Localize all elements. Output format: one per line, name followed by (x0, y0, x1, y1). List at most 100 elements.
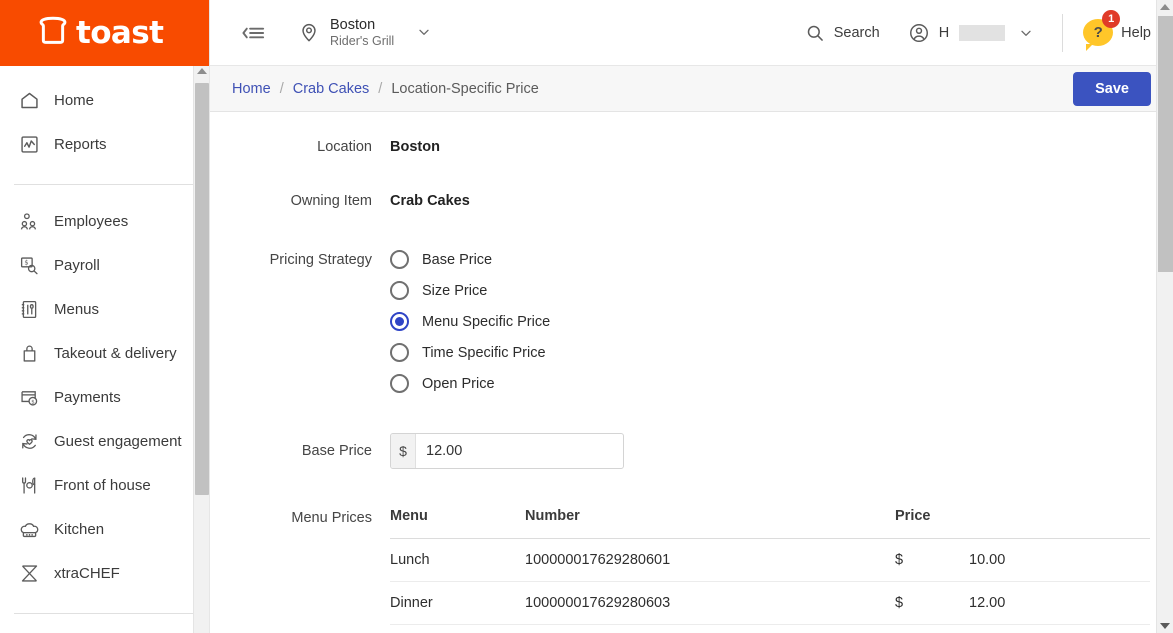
scroll-down-arrow-icon[interactable] (1160, 623, 1170, 629)
search-button[interactable]: Search (791, 23, 894, 43)
top-bar-right: Search H ? 1 Help (791, 0, 1157, 65)
sidebar-item-guest-engagement[interactable]: Guest engagement (0, 419, 209, 463)
breadcrumb-item-crab-cakes[interactable]: Crab Cakes (293, 81, 370, 97)
help-button[interactable]: ? 1 Help (1075, 10, 1157, 51)
sidebar-item-payroll[interactable]: $ Payroll (0, 243, 209, 287)
sidebar-item-label: Payments (54, 388, 121, 406)
field-row-location: Location Boston (210, 137, 1173, 157)
kitchen-chef-hat-icon (18, 518, 40, 540)
help-question-bubble-icon: ? 1 (1083, 10, 1121, 51)
field-row-base-price: Base Price $ (210, 433, 1173, 469)
cell-menu: Dinner (390, 581, 525, 625)
account-name: H (938, 24, 950, 41)
cell-menu: Lunch (390, 538, 525, 582)
sidebar-scrollbar[interactable] (193, 66, 209, 633)
sidebar-item-xtrachef[interactable]: xtraCHEF (0, 551, 209, 595)
top-bar-divider (1062, 13, 1064, 52)
sidebar-item-payments[interactable]: $ Payments (0, 375, 209, 419)
help-notification-badge: 1 (1102, 10, 1121, 28)
cell-price: 12.00 (969, 581, 1150, 625)
svg-text:$: $ (24, 258, 28, 266)
sidebar-item-label: Employees (54, 212, 129, 230)
radio-circle-icon[interactable] (390, 343, 409, 362)
table-head: Menu Number Price (390, 508, 1150, 539)
sidebar-item-label: Menus (54, 300, 100, 318)
scroll-up-arrow-icon[interactable] (1160, 4, 1170, 10)
cell-currency: $ (895, 538, 969, 582)
sidebar-item-label: xtraCHEF (54, 564, 120, 582)
owning-item-field-label: Owning Item (290, 193, 372, 209)
menu-prices-table-wrap: Menu Number Price Lunch 1000000176292806… (390, 508, 1150, 625)
radio-label: Open Price (422, 375, 495, 392)
sidebar-item-employees[interactable]: Employees (0, 199, 209, 243)
radio-label: Time Specific Price (422, 344, 546, 361)
employees-icon (18, 210, 40, 232)
radio-label: Menu Specific Price (422, 313, 551, 330)
cell-price: 10.00 (969, 538, 1150, 582)
radio-size-price[interactable]: Size Price (390, 281, 550, 300)
radio-label: Size Price (422, 282, 488, 299)
brand-wordmark: toast (76, 14, 164, 51)
radio-circle-icon[interactable] (390, 250, 409, 269)
menu-prices-label: Menu Prices (291, 510, 372, 526)
radio-menu-specific-price[interactable]: Menu Specific Price (390, 312, 550, 331)
sidebar-item-reports[interactable]: Reports (0, 122, 209, 166)
radio-open-price[interactable]: Open Price (390, 374, 550, 393)
radio-circle-icon[interactable] (390, 374, 409, 393)
sidebar: toast Home Reports Employees $ Payroll M… (0, 0, 210, 633)
account-menu[interactable]: H (894, 22, 1048, 44)
table-header-row: Menu Number Price (390, 508, 1150, 539)
sidebar-divider-bottom (14, 613, 195, 614)
sidebar-item-label: Guest engagement (54, 432, 182, 450)
breadcrumb-item-home[interactable]: Home (232, 81, 271, 97)
toast-logo[interactable]: toast (36, 14, 164, 53)
sidebar-item-menus[interactable]: Menus (0, 287, 209, 331)
scroll-up-arrow-icon[interactable] (197, 68, 207, 74)
radio-circle-icon[interactable] (390, 281, 409, 300)
menu-prices-table: Menu Number Price Lunch 1000000176292806… (390, 508, 1150, 625)
location-field-label: Location (317, 139, 372, 155)
sidebar-item-label: Kitchen (54, 520, 105, 538)
location-restaurant: Rider's Grill (330, 33, 395, 48)
guest-engagement-icon (18, 430, 40, 452)
main-area: Boston Rider's Grill Search H ? 1 Help H… (210, 0, 1173, 633)
sidebar-scrollbar-thumb[interactable] (195, 83, 209, 495)
sidebar-divider (14, 184, 195, 185)
column-header-price-spacer (969, 508, 1150, 539)
sidebar-item-kitchen[interactable]: Kitchen (0, 507, 209, 551)
sidebar-item-label: Front of house (54, 476, 151, 494)
sidebar-item-front-of-house[interactable]: Front of house (0, 463, 209, 507)
main-scrollbar[interactable] (1156, 0, 1173, 633)
sidebar-nav: Home Reports Employees $ Payroll Menus T… (0, 66, 209, 614)
radio-time-specific-price[interactable]: Time Specific Price (390, 343, 550, 362)
redacted-account-name (959, 24, 1006, 41)
table-row: Lunch 100000017629280601 $ 10.00 (390, 538, 1150, 582)
column-header-price: Price (895, 508, 969, 539)
radio-base-price[interactable]: Base Price (390, 250, 550, 269)
location-text: Boston Rider's Grill (330, 17, 394, 49)
sidebar-item-home[interactable]: Home (0, 78, 209, 122)
pricing-strategy-radio-group: Base Price Size Price Menu Specific Pric… (390, 250, 550, 393)
main-scrollbar-thumb[interactable] (1158, 16, 1173, 272)
sidebar-item-label: Payroll (54, 256, 100, 274)
toast-bread-icon (36, 14, 70, 53)
top-bar: Boston Rider's Grill Search H ? 1 Help (210, 0, 1173, 66)
base-price-input-group[interactable]: $ (390, 433, 624, 469)
chevron-down-icon[interactable] (1018, 25, 1034, 41)
chevron-down-icon[interactable] (416, 24, 432, 40)
payments-icon: $ (18, 386, 40, 408)
collapse-sidebar-icon[interactable] (236, 16, 270, 50)
location-selector[interactable]: Boston Rider's Grill (292, 13, 438, 53)
front-of-house-icon (18, 474, 40, 496)
radio-circle-selected-icon[interactable] (390, 312, 409, 331)
table-body: Lunch 100000017629280601 $ 10.00 Dinner … (390, 538, 1150, 625)
breadcrumb-item-current: Location-Specific Price (391, 80, 539, 97)
menus-icon (18, 298, 40, 320)
breadcrumb-bar: Home / Crab Cakes / Location-Specific Pr… (210, 66, 1173, 112)
sidebar-item-takeout-delivery[interactable]: Takeout & delivery (0, 331, 209, 375)
sidebar-item-label: Home (54, 91, 95, 109)
base-price-input[interactable] (416, 434, 623, 468)
save-button[interactable]: Save (1073, 71, 1151, 106)
xtrachef-icon (18, 562, 40, 584)
radio-label: Base Price (422, 251, 493, 268)
